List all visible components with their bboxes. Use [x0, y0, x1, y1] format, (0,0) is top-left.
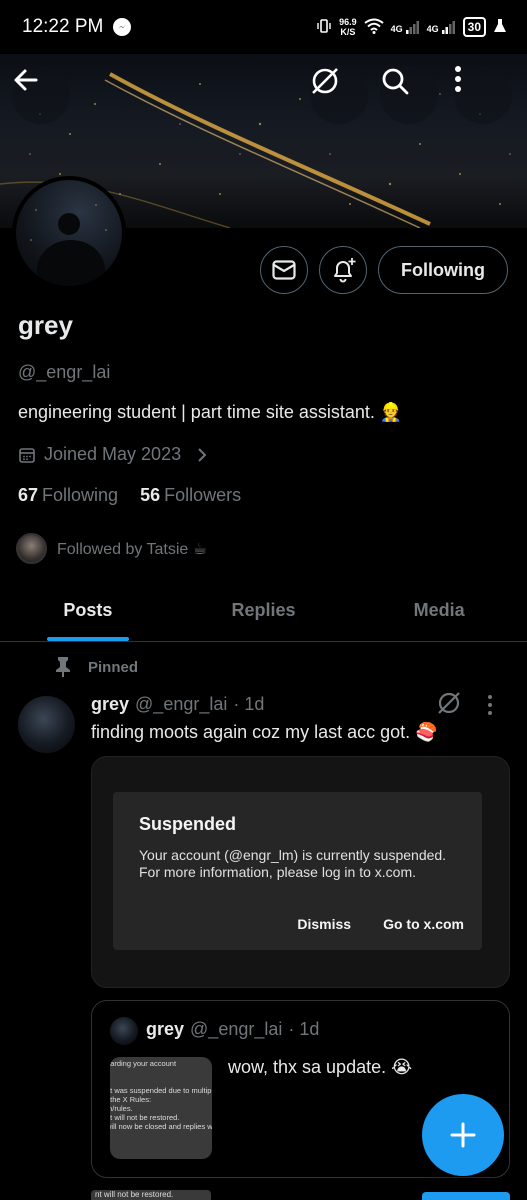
followers-label: Followers [164, 485, 242, 505]
tab-posts[interactable]: Posts [0, 580, 176, 641]
search-icon [382, 68, 409, 95]
signal-4g-1: 4G [391, 20, 420, 34]
post-grok-button[interactable] [436, 690, 462, 721]
more-vertical-icon [488, 695, 492, 715]
quote-thumbnail[interactable]: garding your account nt was suspended du… [110, 1057, 212, 1159]
dialog-body-line-1: Your account (@engr_lm) is currently sus… [139, 847, 447, 863]
following-count: 67 [18, 485, 39, 505]
post-header: grey @_engr_lai · 1d [91, 694, 264, 715]
tab-media[interactable]: Media [351, 580, 527, 641]
quote-handle: @_engr_lai [190, 1019, 283, 1039]
joined-date[interactable]: Joined May 2023 [18, 444, 209, 465]
data-saver-icon [493, 18, 507, 37]
followed-by[interactable]: Followed by Tatsie ☕ [16, 533, 207, 564]
followers-count: 56 [140, 485, 161, 505]
next-media-peek-accent [422, 1192, 510, 1200]
network-speed: 96.9 K/S [339, 17, 357, 37]
back-button[interactable] [12, 66, 70, 124]
search-button[interactable] [380, 66, 438, 124]
post-handle: @_engr_lai [135, 694, 228, 714]
notifications-button[interactable] [319, 246, 367, 294]
follow-stats: 67 Following 56 Followers [18, 485, 241, 506]
quote-header: grey @_engr_lai · 1d [146, 1019, 319, 1040]
post-time: · 1d [233, 694, 265, 714]
tab-replies[interactable]: Replies [176, 580, 352, 641]
thumb-line [110, 1068, 212, 1077]
profile-name: grey [18, 310, 73, 340]
following-stat[interactable]: 67 Following [18, 485, 118, 506]
pinned-label: Pinned [88, 658, 139, 676]
following-label: Following [42, 485, 119, 505]
post-more-button[interactable] [487, 694, 493, 721]
next-media-peek: nt will not be restored. [91, 1190, 211, 1200]
compose-button[interactable] [422, 1094, 504, 1176]
follower-avatar [16, 533, 47, 564]
thumb-line: garding your account [110, 1059, 177, 1068]
goto-x-label: Go to x.com [383, 916, 464, 932]
joined-label: Joined May 2023 [44, 444, 182, 464]
quote-text: wow, thx sa update. 😭 [228, 1057, 413, 1077]
dialog-body: Your account (@engr_lm) is currently sus… [139, 847, 456, 881]
quote-author: grey [146, 1019, 185, 1039]
status-time: 12:22 PM [22, 16, 104, 37]
dismiss-label: Dismiss [297, 916, 352, 932]
dialog-body-line-2: For more information, please log in to x… [139, 864, 417, 880]
profile-avatar[interactable] [12, 176, 126, 290]
battery-indicator: 30 [462, 17, 486, 37]
thumb-line: nt will not be restored. [110, 1113, 180, 1122]
net-speed-unit: K/S [340, 27, 356, 37]
plus-icon [450, 1122, 476, 1148]
profile-handle: @_engr_lai [18, 362, 111, 382]
chevron-right-icon [198, 447, 207, 462]
message-button[interactable] [260, 246, 308, 294]
following-button[interactable]: Following [378, 246, 508, 294]
quote-avatar [110, 1017, 138, 1045]
calendar-icon [19, 447, 35, 463]
followed-by-label: Followed by Tatsie ☕ [57, 540, 208, 558]
grok-icon [438, 692, 460, 714]
status-indicators: 96.9 K/S 4G 4G 30 [316, 17, 507, 37]
signal-4g-2: 4G [427, 20, 456, 34]
suspended-dialog-image: Suspended Your account (@engr_lm) is cur… [113, 792, 482, 950]
dialog-actions: Dismiss Go to x.com [297, 916, 464, 932]
net-speed-value: 96.9 [339, 17, 357, 27]
grok-button[interactable] [310, 66, 368, 124]
arrow-left-icon [14, 69, 38, 91]
vibrate-icon [316, 18, 332, 37]
more-vertical-icon [455, 66, 461, 92]
status-bar: 12:22 PM 96.9 K/S 4G 4G 30 [0, 0, 527, 54]
more-options-button[interactable] [454, 66, 512, 124]
envelope-icon [272, 260, 296, 280]
post-author[interactable]: grey [91, 694, 129, 715]
pin-icon [56, 657, 70, 677]
post-text: finding moots again coz my last acc got.… [91, 722, 438, 742]
post-avatar[interactable] [18, 696, 75, 753]
pinned-indicator: Pinned [54, 656, 138, 678]
thumb-line: nt was suspended due to multip [110, 1086, 212, 1095]
dialog-title: Suspended [139, 814, 237, 834]
grok-icon [312, 68, 338, 94]
profile-tabs: Posts Replies Media [0, 580, 527, 642]
messenger-icon [113, 18, 132, 36]
bell-plus-icon [334, 258, 356, 283]
quote-time: · 1d [288, 1019, 320, 1039]
followers-stat[interactable]: 56 Followers [140, 485, 241, 506]
thumb-line: m/rules. [110, 1104, 133, 1113]
profile-bio: engineering student | part time site ass… [18, 402, 403, 422]
thumb-line [110, 1077, 212, 1086]
wifi-icon [363, 18, 384, 37]
thumb-line: f the X Rules: [110, 1095, 152, 1104]
thumb-line: will now be closed and replies wil [110, 1122, 212, 1131]
